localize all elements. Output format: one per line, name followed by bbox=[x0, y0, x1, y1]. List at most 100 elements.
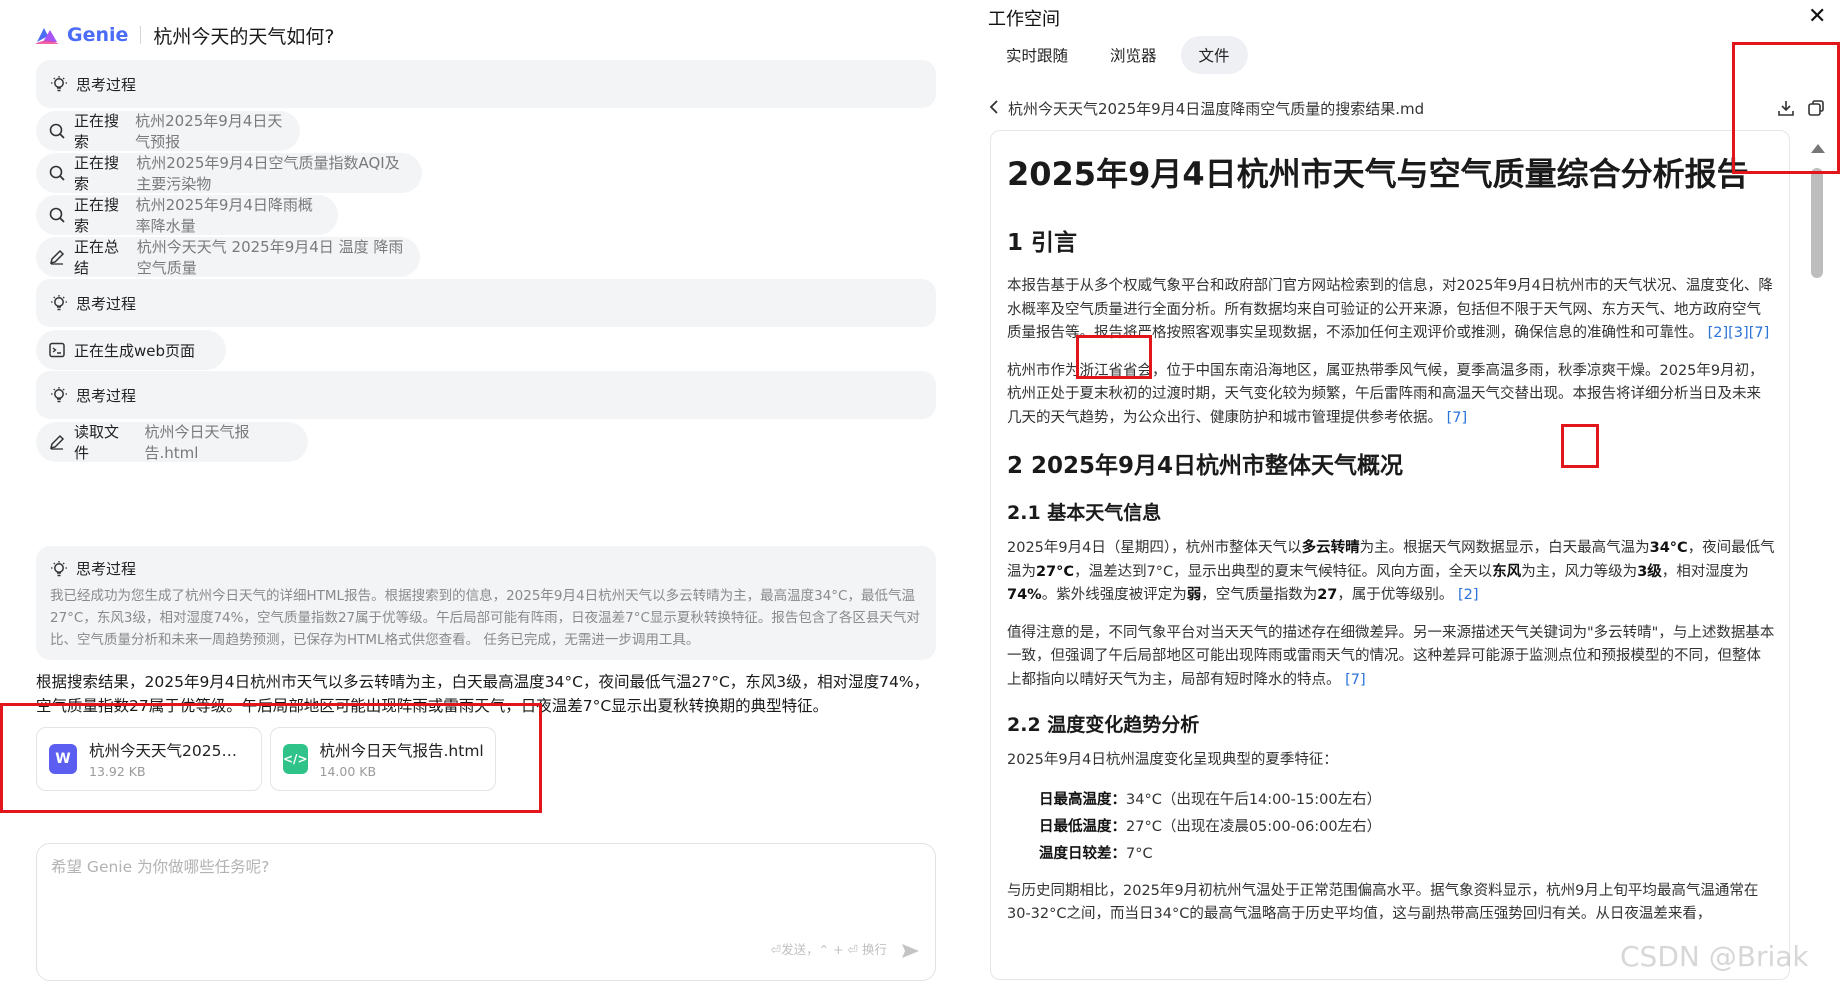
text-run: ，温差达到7°C，显示出典型的夏末气候特征。风向方面，全天以 bbox=[1074, 563, 1493, 580]
bold-text: 3级 bbox=[1637, 563, 1662, 580]
file-size: 13.92 KB bbox=[89, 764, 146, 779]
text-run: 2025年9月4日（星期四），杭州市整体天气以 bbox=[1007, 540, 1302, 556]
text-run: ，属于优等级别。 bbox=[1337, 587, 1454, 603]
temperature-list: 日最高温度：34°C（出现在午后14:00-15:00左右） 日最低温度：27°… bbox=[1007, 787, 1775, 868]
bold-text: 多云转晴 bbox=[1301, 540, 1360, 556]
file-size: 14.00 KB bbox=[319, 764, 377, 779]
think-process-final[interactable]: 思考过程 我已经成功为您生成了杭州今日天气的详细HTML报告。根据搜索到的信息，… bbox=[36, 546, 936, 660]
lightbulb-icon bbox=[50, 75, 68, 93]
copy-icon[interactable] bbox=[1806, 98, 1826, 118]
generate-web-step[interactable]: 正在生成web页面 bbox=[36, 330, 226, 370]
bold-text: 27°C bbox=[1036, 563, 1075, 580]
think-process-block[interactable]: 思考过程 bbox=[36, 60, 936, 108]
think-process-head: 思考过程 bbox=[50, 558, 922, 579]
think-process-block[interactable]: 思考过程 bbox=[36, 279, 936, 327]
subsection-heading: 2.1 基本天气信息 bbox=[1007, 502, 1162, 524]
paragraph-text: 杭州市作为浙江省省会，位于中国东南沿海地区，属亚热带季风气候，夏季高温多雨，秋季… bbox=[1007, 362, 1764, 426]
paragraph: 本报告基于从多个权威气象平台和政府部门官方网站检索到的信息，对2025年9月4日… bbox=[1007, 275, 1775, 346]
search-step[interactable]: 正在搜索 杭州2025年9月4日空气质量指数AQI及主要污染物 bbox=[36, 153, 422, 193]
markdown-preview[interactable]: 2025年9月4日杭州市天气与空气质量综合分析报告 1 引言 本报告基于从多个权… bbox=[990, 130, 1790, 980]
lightbulb-icon bbox=[50, 294, 68, 312]
search-icon bbox=[48, 122, 66, 140]
genie-logo[interactable]: Genie bbox=[34, 24, 128, 46]
tab-files[interactable]: 文件 bbox=[1180, 36, 1248, 74]
prompt-input[interactable] bbox=[51, 858, 911, 876]
download-icon[interactable] bbox=[1776, 98, 1796, 118]
lightbulb-icon bbox=[50, 560, 68, 578]
watermark-text: CSDN @Briak bbox=[1620, 940, 1809, 973]
subsection-heading: 2.2 温度变化趋势分析 bbox=[1007, 714, 1200, 736]
citation-link[interactable]: [7] bbox=[1447, 410, 1468, 426]
lightbulb-icon bbox=[50, 386, 68, 404]
file-card-doc[interactable]: W 杭州今天天气2025年... 13.92 KB bbox=[36, 727, 262, 791]
text-run: ，相对湿度为 bbox=[1661, 563, 1749, 580]
tab-live-follow[interactable]: 实时跟随 bbox=[988, 36, 1086, 74]
think-process-label: 思考过程 bbox=[76, 75, 137, 94]
header-divider bbox=[140, 26, 142, 44]
step-query: 杭州2025年9月4日降雨概率降水量 bbox=[135, 196, 313, 235]
text-run: 为主，风力等级为 bbox=[1521, 563, 1638, 580]
bold-text: 弱 bbox=[1186, 587, 1202, 603]
bold-text: 34°C bbox=[1649, 540, 1688, 556]
text-run: ，空气质量指数为 bbox=[1201, 587, 1318, 603]
genie-logo-icon bbox=[34, 24, 60, 46]
step-query: 杭州2025年9月4日天气预报 bbox=[135, 112, 283, 151]
bold-text: 东风 bbox=[1492, 563, 1522, 580]
file-card-html[interactable]: </> 杭州今日天气报告.html 14.00 KB bbox=[270, 727, 496, 791]
search-icon bbox=[48, 164, 66, 182]
read-file-step[interactable]: 读取文件 杭州今日天气报告.html bbox=[36, 422, 308, 462]
citation-link[interactable]: [2] bbox=[1458, 587, 1479, 603]
search-step[interactable]: 正在搜索 杭州2025年9月4日天气预报 bbox=[36, 111, 300, 151]
paragraph: 2025年9月4日杭州温度变化呈现典型的夏季特征： bbox=[1007, 752, 1338, 768]
search-step[interactable]: 正在搜索 杭州2025年9月4日降雨概率降水量 bbox=[36, 195, 338, 235]
chat-header: Genie 杭州今天的天气如何? bbox=[34, 20, 335, 50]
list-item: 日最高温度：34°C（出现在午后14:00-15:00左右） bbox=[1007, 787, 1775, 814]
search-icon bbox=[48, 206, 66, 224]
citation-link[interactable]: [2][3][7] bbox=[1708, 325, 1770, 341]
text-run: 为主。根据天气网数据显示，白天最高气温为 bbox=[1359, 540, 1650, 556]
chevron-left-icon[interactable] bbox=[988, 99, 1000, 119]
scroll-up-arrow[interactable] bbox=[1811, 144, 1825, 153]
list-key: 日最高温度： bbox=[1039, 791, 1126, 808]
summarize-step[interactable]: 正在总结 杭州今天天气 2025年9月4日 温度 降雨 空气质量 bbox=[36, 237, 420, 277]
workspace-tabs: 实时跟随 浏览器 文件 bbox=[988, 36, 1248, 74]
scrollbar-thumb[interactable] bbox=[1811, 168, 1823, 278]
list-item: 日最低温度：27°C（出现在凌晨05:00-06:00左右） bbox=[1007, 814, 1775, 841]
step-verb: 正在搜索 bbox=[74, 112, 120, 151]
bold-text: 27 bbox=[1317, 587, 1338, 603]
step-verb: 正在搜索 bbox=[74, 196, 120, 235]
list-item: 温度日较差：7°C bbox=[1007, 841, 1775, 868]
step-query: 杭州今日天气报告.html bbox=[144, 423, 250, 462]
step-query: 杭州今天天气 2025年9月4日 温度 降雨 空气质量 bbox=[136, 238, 404, 277]
html-code-icon: </> bbox=[283, 744, 308, 774]
section-heading: 2 2025年9月4日杭州市整体天气概况 bbox=[1007, 453, 1404, 479]
genie-logo-text: Genie bbox=[67, 24, 129, 46]
terminal-icon bbox=[48, 341, 66, 359]
paragraph: 值得注意的是，不同气象平台对当天天气的描述存在细微差异。另一来源描述天气关键词为… bbox=[1007, 622, 1775, 693]
step-verb: 正在总结 bbox=[74, 238, 120, 277]
step-verb: 正在生成web页面 bbox=[74, 341, 196, 360]
tab-browser[interactable]: 浏览器 bbox=[1092, 36, 1175, 74]
close-icon[interactable]: ✕ bbox=[1808, 4, 1826, 29]
think-process-label: 思考过程 bbox=[76, 386, 137, 405]
send-icon[interactable] bbox=[899, 940, 921, 962]
text-run: 。紫外线强度被评定为 bbox=[1041, 587, 1187, 603]
file-name: 杭州今天天气2025年... bbox=[89, 742, 249, 760]
step-query: 杭州2025年9月4日空气质量指数AQI及主要污染物 bbox=[136, 154, 400, 193]
file-path-label: 杭州今天天气2025年9月4日温度降雨空气质量的搜索结果.md bbox=[1008, 100, 1425, 118]
think-process-label: 思考过程 bbox=[76, 560, 137, 578]
chat-composer[interactable]: ⏎发送，⌃ + ⏎ 换行 bbox=[36, 843, 936, 981]
doc-title: 2025年9月4日杭州市天气与空气质量综合分析报告 bbox=[1007, 155, 1749, 193]
paragraph-text: 值得注意的是，不同气象平台对当天天气的描述存在细微差异。另一来源描述天气关键词为… bbox=[1007, 624, 1775, 688]
word-doc-icon: W bbox=[49, 744, 77, 774]
citation-link[interactable]: [7] bbox=[1345, 672, 1366, 688]
think-process-block[interactable]: 思考过程 bbox=[36, 371, 936, 419]
paragraph-text: 本报告基于从多个权威气象平台和政府部门官方网站检索到的信息，对2025年9月4日… bbox=[1007, 278, 1773, 341]
list-value: 27°C（出现在凌晨05:00-06:00左右） bbox=[1126, 818, 1382, 835]
step-verb: 正在搜索 bbox=[74, 154, 120, 193]
list-value: 7°C bbox=[1126, 845, 1153, 862]
chat-title: 杭州今天的天气如何? bbox=[153, 25, 335, 48]
send-hint: ⏎发送，⌃ + ⏎ 换行 bbox=[770, 942, 887, 957]
think-process-text: 我已经成功为您生成了杭州今日天气的详细HTML报告。根据搜索到的信息，2025年… bbox=[50, 588, 920, 648]
list-key: 温度日较差： bbox=[1039, 845, 1126, 862]
